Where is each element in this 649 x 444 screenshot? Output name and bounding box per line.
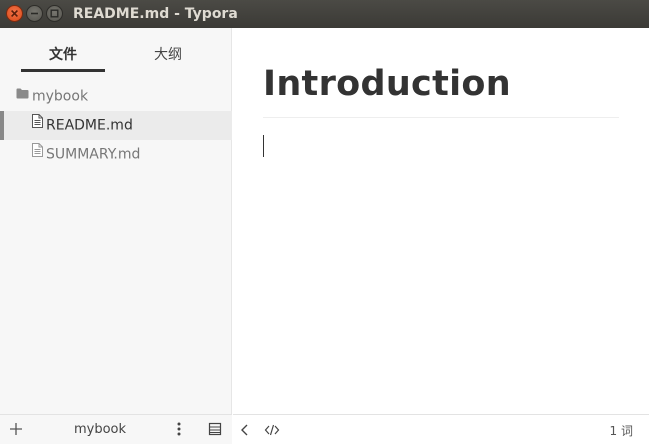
sidebar-tabs: 文件 大纲	[0, 28, 232, 74]
active-tab-indicator	[21, 69, 105, 72]
vertical-dots-icon	[177, 422, 181, 436]
close-window-button[interactable]	[6, 5, 23, 22]
close-icon	[11, 10, 18, 17]
editor-pane[interactable]: Introduction	[233, 28, 649, 414]
document-heading[interactable]: Introduction	[263, 64, 619, 104]
chevron-left-icon	[241, 424, 248, 436]
file-tree: mybook README.md SUMMARY.md	[0, 82, 232, 169]
folder-icon	[16, 81, 29, 110]
document-icon	[32, 110, 43, 139]
file-label: README.md	[46, 117, 133, 134]
text-cursor	[263, 135, 264, 157]
toggle-view-button[interactable]	[208, 421, 222, 437]
add-file-button[interactable]	[9, 421, 23, 435]
folder-item-mybook[interactable]: mybook	[0, 82, 232, 111]
editor-status-bar: 1 词	[233, 414, 649, 444]
sidebar-footer: mybook	[0, 414, 232, 444]
minimize-icon	[31, 12, 38, 15]
app-window: README.md - Typora 文件 大纲 mybook README.m…	[0, 0, 649, 444]
document-icon	[32, 139, 43, 168]
tab-outline[interactable]: 大纲	[126, 44, 210, 64]
current-folder-name: mybook	[73, 422, 127, 437]
list-view-icon	[208, 422, 222, 436]
tab-files[interactable]: 文件	[21, 44, 105, 64]
maximize-icon	[50, 9, 59, 18]
toggle-sidebar-button[interactable]	[239, 422, 251, 436]
file-item-readme[interactable]: README.md	[0, 111, 232, 140]
sidebar: 文件 大纲 mybook README.md SUMMARY.md mybook	[0, 28, 232, 444]
minimize-window-button[interactable]	[26, 5, 43, 22]
maximize-window-button[interactable]	[46, 5, 63, 22]
title-bar[interactable]: README.md - Typora	[0, 0, 649, 28]
file-item-summary[interactable]: SUMMARY.md	[0, 140, 232, 169]
plus-icon	[10, 423, 22, 435]
code-icon	[264, 424, 280, 436]
source-mode-button[interactable]	[264, 422, 280, 436]
more-options-button[interactable]	[172, 421, 186, 437]
folder-label: mybook	[32, 88, 89, 105]
file-label: SUMMARY.md	[46, 146, 141, 163]
heading-divider	[263, 117, 619, 118]
window-title: README.md - Typora	[73, 6, 238, 22]
word-count[interactable]: 1 词	[610, 422, 633, 439]
